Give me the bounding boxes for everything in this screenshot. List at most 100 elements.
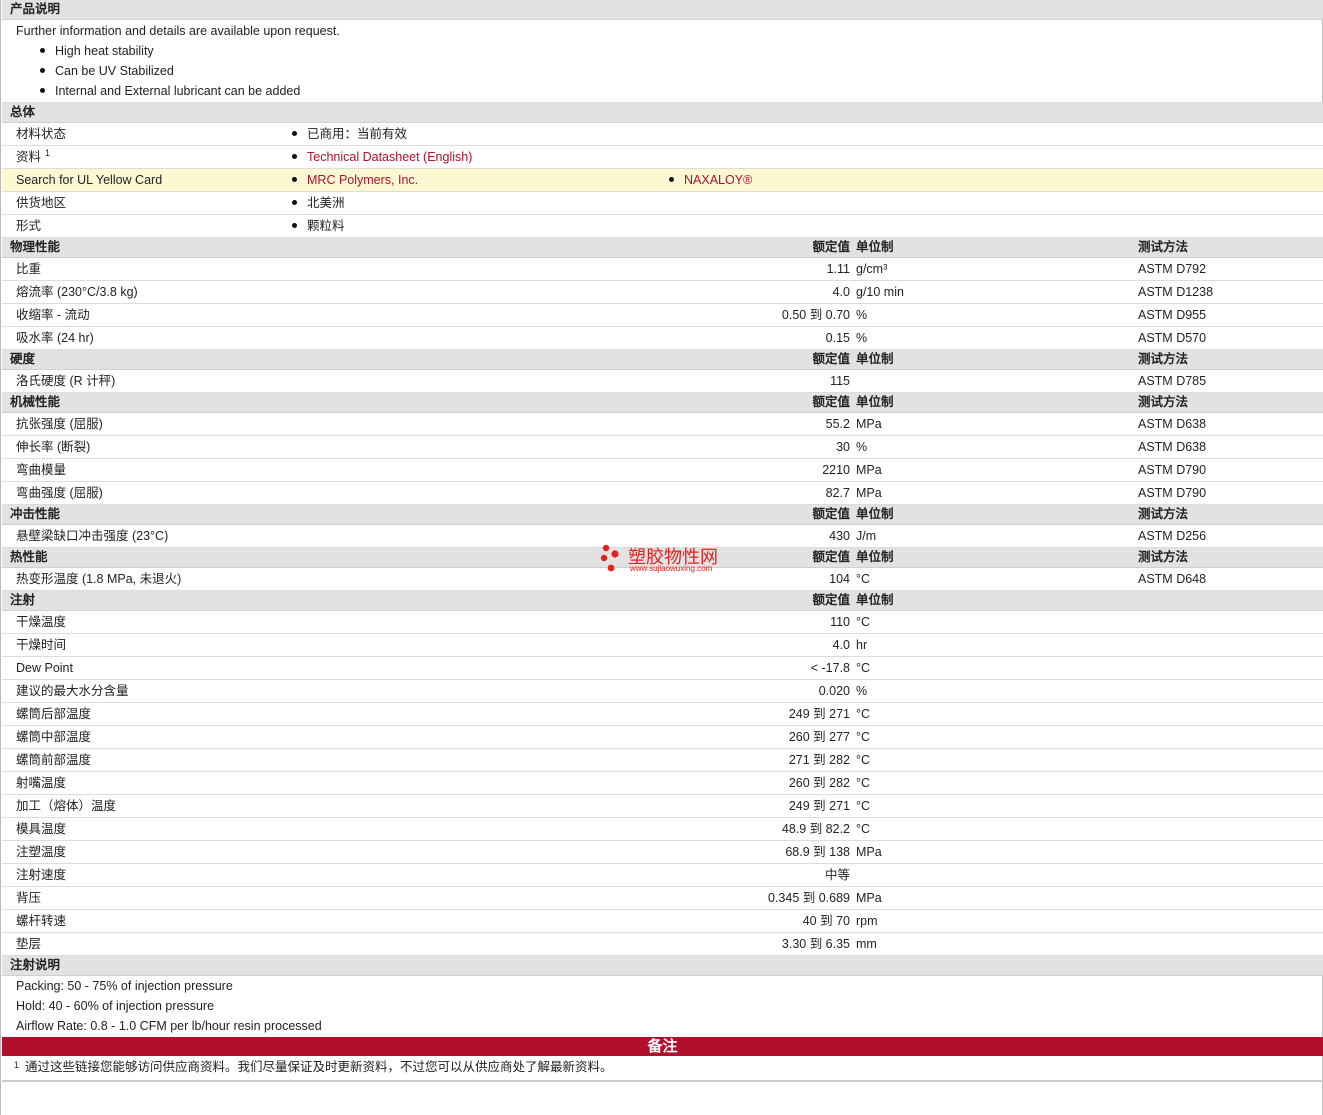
test-method: ASTM D785 — [1138, 374, 1207, 388]
property-label: 螺筒中部温度 — [16, 730, 92, 744]
description-bullet: High heat stability — [2, 41, 1323, 61]
region-text: 北美洲 — [307, 196, 345, 210]
mechanical-row: 弯曲强度 (屈服) 82.7 MPa ASTM D790 — [2, 482, 1323, 505]
property-unit: MPa — [856, 417, 882, 431]
general-row-region: 供货地区 北美洲 — [2, 192, 1323, 215]
datasheet-link[interactable]: Technical Datasheet (English) — [307, 150, 472, 164]
property-value: < -17.8 — [810, 661, 850, 675]
property-label: 洛氏硬度 (R 计秤) — [16, 374, 116, 388]
col-header-unit: 单位制 — [856, 352, 894, 366]
col-header-method: 测试方法 — [1138, 352, 1189, 366]
property-unit: °C — [856, 799, 871, 813]
property-unit: °C — [856, 661, 871, 675]
col-header-value: 额定值 — [812, 352, 850, 366]
section-header-injection-notes: 注射说明 — [2, 956, 1323, 976]
property-label: 螺筒后部温度 — [16, 707, 92, 721]
bullet-icon — [292, 154, 297, 160]
property-unit: °C — [856, 822, 871, 836]
section-title: 机械性能 — [10, 395, 61, 409]
bullet-text: Internal and External lubricant can be a… — [55, 84, 301, 98]
physical-rows: 比重 1.11 g/cm³ ASTM D792 熔流率 (230°C/3.8 kg) 4.… — [2, 258, 1323, 350]
injection-row: 注射速度 中等 — [2, 864, 1323, 887]
col-header-value: 额定值 — [812, 593, 850, 607]
col-header-unit: 单位制 — [856, 593, 894, 607]
property-value: 0.15 — [825, 331, 850, 345]
test-method: ASTM D792 — [1138, 262, 1207, 276]
bullet-icon — [40, 68, 45, 74]
injection-row: 建议的最大水分含量 0.020% — [2, 680, 1323, 703]
property-unit: °C — [856, 707, 871, 721]
property-value: 271 到 282 — [788, 753, 850, 767]
section-header-general: 总体 — [2, 103, 1323, 123]
property-unit: % — [856, 440, 868, 454]
injection-row: 背压 0.345 到 0.689 MPa — [2, 887, 1323, 910]
row-label: 材料状态 — [16, 127, 67, 141]
footnote-mark: 1 — [14, 1060, 20, 1070]
hardness-row: 洛氏硬度 (R 计秤) 115 ASTM D785 — [2, 370, 1323, 393]
section-title: 注射说明 — [10, 958, 61, 972]
col-header-unit: 单位制 — [856, 395, 894, 409]
property-label: 伸长率 (断裂) — [16, 440, 91, 454]
section-header-hardness: 硬度 额定值 单位制 测试方法 — [2, 350, 1323, 370]
property-value: 249 到 271 — [788, 707, 850, 721]
note-line: Airflow Rate: 0.8 - 1.0 CFM per lb/hour … — [16, 1019, 322, 1033]
property-value: 40 到 70 — [802, 914, 850, 928]
property-unit: % — [856, 308, 868, 322]
col-header-unit: 单位制 — [856, 550, 894, 564]
bullet-icon — [292, 177, 297, 183]
property-label: 比重 — [16, 262, 42, 276]
description-intro: Further information and details are avai… — [16, 24, 340, 38]
property-value: 中等 — [824, 868, 850, 882]
section-title: 总体 — [10, 105, 36, 119]
property-unit: % — [856, 684, 868, 698]
injection-row: 加工（熔体）温度 249 到 271 °C — [2, 795, 1323, 818]
bullet-icon — [40, 48, 45, 54]
property-label: 熔流率 (230°C/3.8 kg) — [16, 285, 138, 299]
general-row-form: 形式 颗粒料 — [2, 215, 1323, 238]
injection-notes-block: Packing: 50 - 75% of injection pressure … — [2, 976, 1323, 1037]
physical-row: 吸水率 (24 hr) 0.15% ASTM D570 — [2, 327, 1323, 350]
property-label: 弯曲模量 — [16, 463, 67, 477]
remarks-banner: 备注 — [2, 1037, 1323, 1056]
col-header-value: 额定值 — [812, 395, 850, 409]
section-title: 硬度 — [10, 352, 36, 366]
general-row-docs: 资料 1 Technical Datasheet (English) — [2, 146, 1323, 169]
mechanical-rows: 抗张强度 (屈服) 55.2 MPa ASTM D638 伸长率 (断裂) 30% ASTM… — [2, 413, 1323, 505]
col-header-method: 测试方法 — [1138, 507, 1189, 521]
supplier-link[interactable]: MRC Polymers, Inc. — [307, 173, 418, 187]
status-text: 已商用：当前有效 — [307, 127, 408, 141]
property-value: 0.345 到 0.689 — [767, 891, 850, 905]
property-value: 115 — [830, 374, 850, 388]
property-label: 干燥时间 — [16, 638, 67, 652]
general-row-ul: Search for UL Yellow Card MRC Polymers, … — [2, 169, 1323, 192]
property-value: 110 — [830, 615, 850, 629]
property-unit: g/cm³ — [856, 262, 888, 276]
injection-row: 螺筒中部温度 260 到 277 °C — [2, 726, 1323, 749]
property-unit: J/m — [856, 529, 877, 543]
property-value: 104 — [829, 572, 850, 586]
col-header-value: 额定值 — [812, 240, 850, 254]
bullet-icon — [292, 200, 297, 206]
property-value: 82.7 — [825, 486, 850, 500]
watermark-url: www.sujiaowuxing.com — [630, 564, 713, 573]
property-value: 55.2 — [825, 417, 850, 431]
test-method: ASTM D790 — [1138, 486, 1207, 500]
bullet-icon — [669, 177, 674, 183]
bullet-icon — [40, 88, 45, 94]
note-line: Packing: 50 - 75% of injection pressure — [16, 979, 233, 993]
section-title: 产品说明 — [10, 2, 61, 16]
section-header-injection: 注射 额定值 单位制 — [2, 591, 1323, 611]
injection-row: 螺杆转速 40 到 70 rpm — [2, 910, 1323, 933]
footnote-ref: 1 — [45, 148, 51, 158]
injection-row: 干燥温度 110 °C — [2, 611, 1323, 634]
label-text: 资料 — [16, 150, 42, 164]
property-label: 悬壁梁缺口冲击强度 (23°C) — [16, 529, 169, 543]
property-value: 3.30 到 6.35 — [781, 937, 850, 951]
property-value: 48.9 到 82.2 — [781, 822, 850, 836]
property-label: 热变形温度 (1.8 MPa, 未退火) — [16, 572, 182, 586]
property-label: 弯曲强度 (屈服) — [16, 486, 103, 500]
property-label: 吸水率 (24 hr) — [16, 331, 94, 345]
test-method: ASTM D638 — [1138, 417, 1207, 431]
brand-link[interactable]: NAXALOY® — [684, 173, 752, 187]
section-title: 热性能 — [10, 550, 48, 564]
